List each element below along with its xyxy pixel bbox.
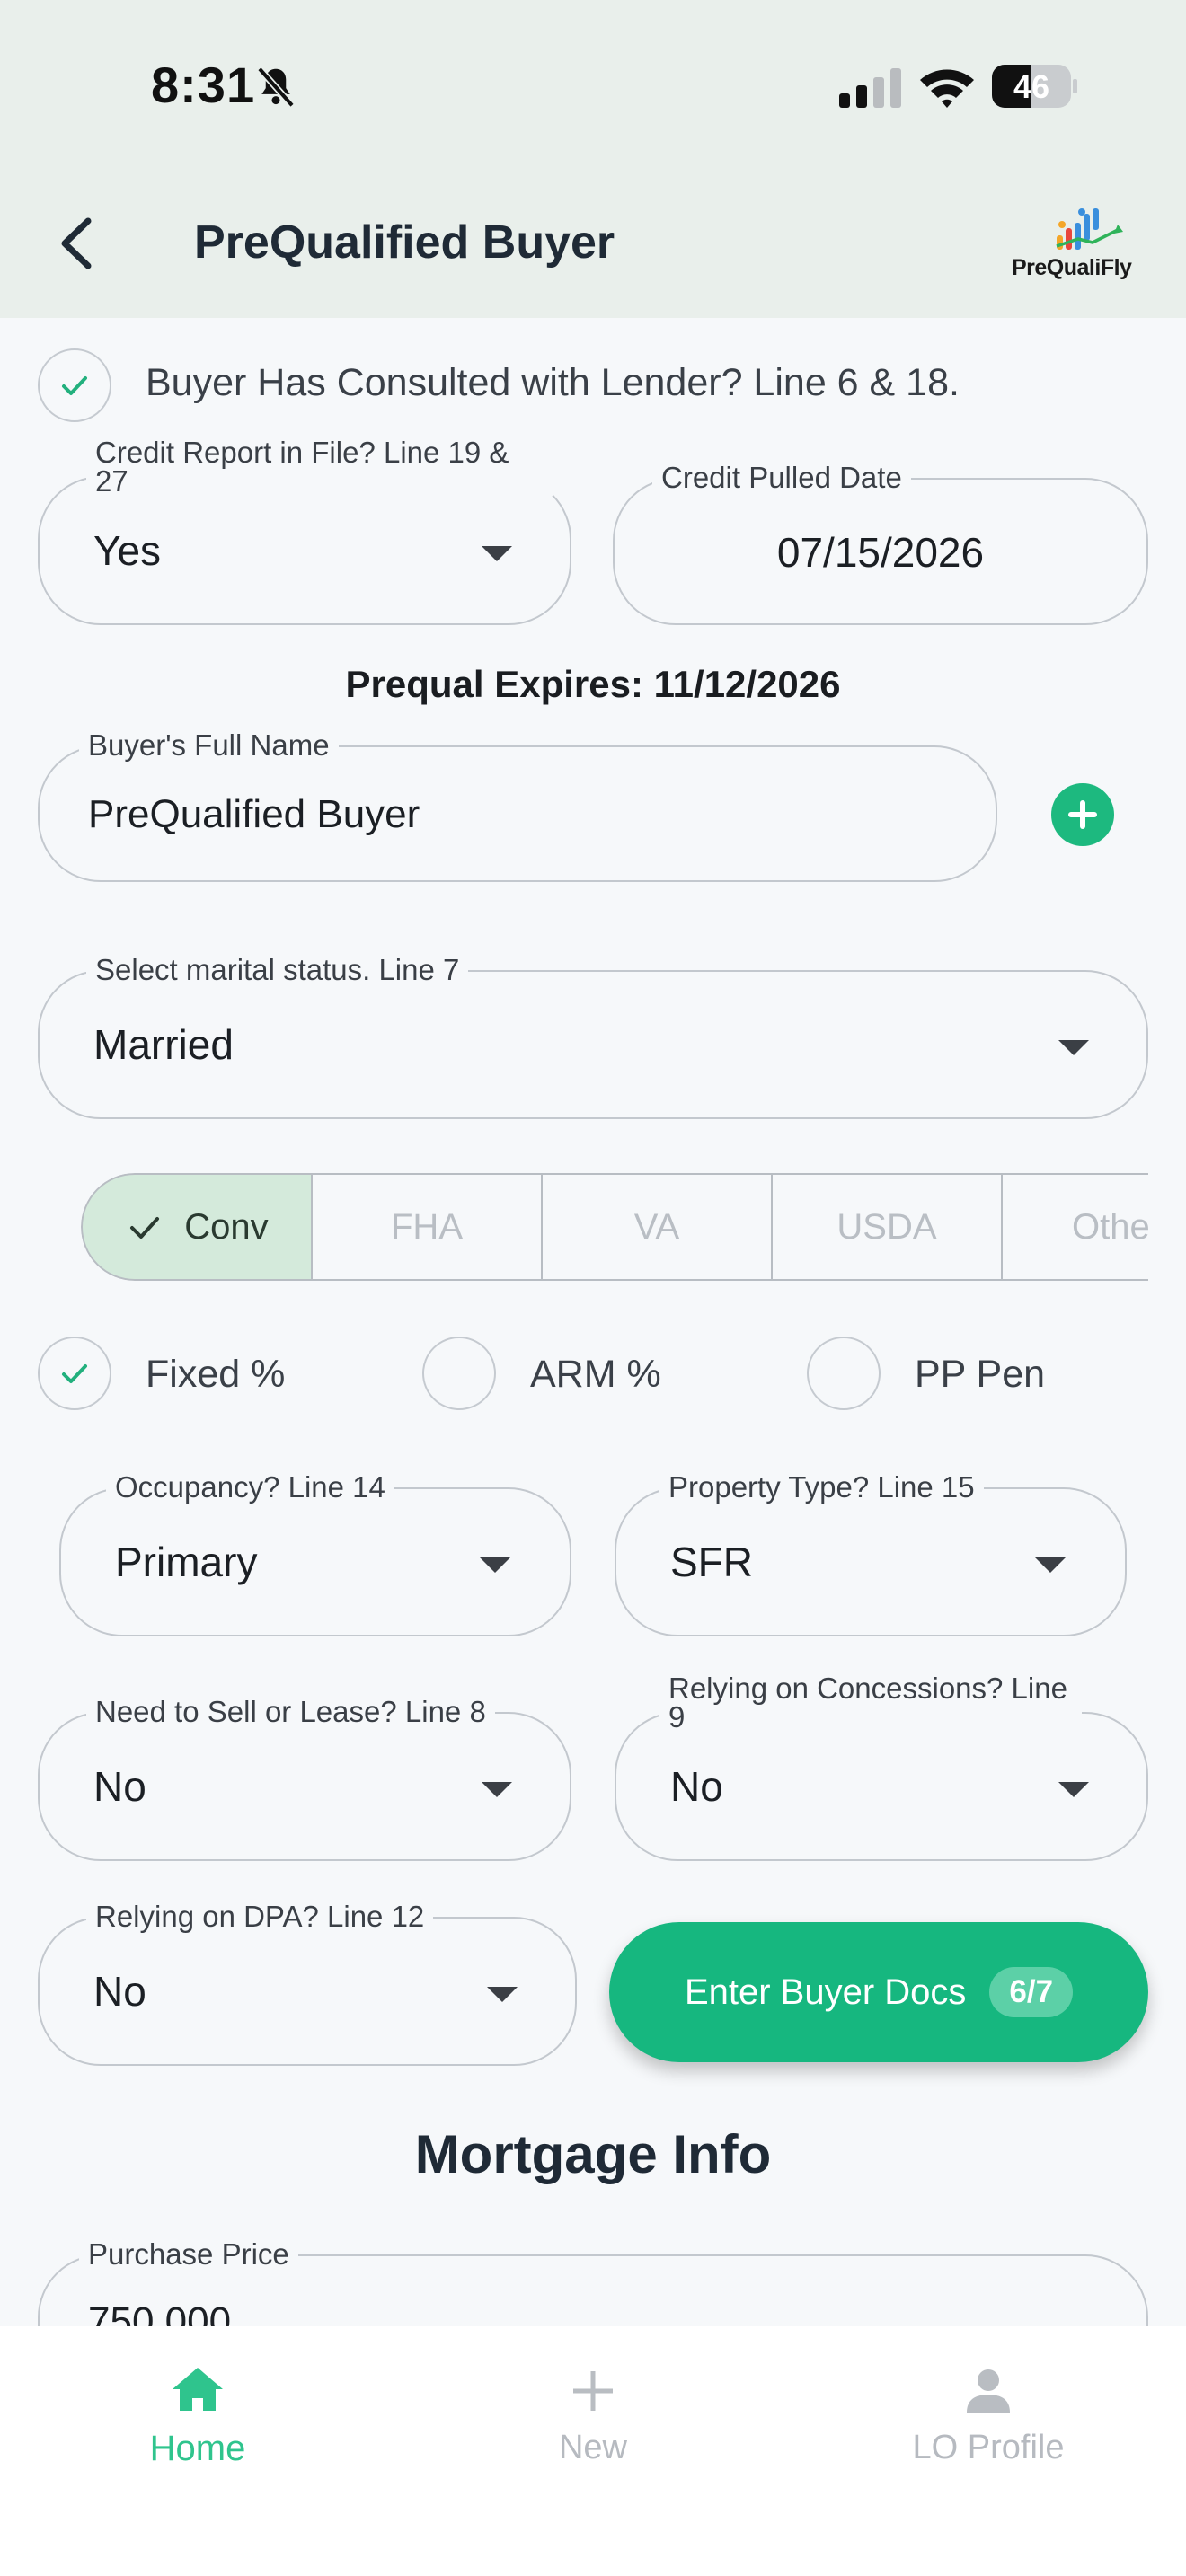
need-to-sell-value: No: [93, 1763, 146, 1810]
credit-pulled-value: 07/15/2026: [776, 529, 985, 576]
battery-percent: 46: [1013, 68, 1050, 105]
nav-lo-profile[interactable]: LO Profile: [854, 2359, 1123, 2467]
chevron-down-icon: [482, 1782, 512, 1797]
occupancy-label: Occupancy? Line 14: [106, 1471, 394, 1504]
concessions-label: Relying on Concessions? Line 9: [659, 1673, 1082, 1732]
dpa-label: Relying on DPA? Line 12: [86, 1901, 434, 1933]
occupancy-select[interactable]: Occupancy? Line 14 Primary: [59, 1471, 571, 1636]
enter-buyer-docs-button[interactable]: Enter Buyer Docs 6/7: [609, 1922, 1148, 2062]
check-icon: [62, 1364, 87, 1383]
marital-status-select[interactable]: Select marital status. Line 7 Married: [38, 954, 1148, 1119]
prepay-penalty-label: PP Pen: [915, 1353, 1046, 1396]
arm-rate-label: ARM %: [530, 1353, 661, 1396]
segment-va[interactable]: VA: [541, 1173, 773, 1281]
home-icon: [173, 2368, 223, 2411]
loan-type-segmented-control: Conv FHA VA USDA Other: [81, 1173, 1148, 1281]
nav-new[interactable]: New: [458, 2359, 728, 2467]
bell-muted-icon: [257, 66, 295, 108]
prepay-penalty-checkbox[interactable]: [807, 1337, 881, 1410]
add-buyer-button[interactable]: [1051, 783, 1114, 846]
buyer-docs-label: Enter Buyer Docs: [684, 1972, 967, 2012]
segment-conv-label: Conv: [184, 1206, 269, 1247]
chevron-down-icon: [487, 1987, 518, 2002]
property-type-value: SFR: [670, 1539, 753, 1585]
buyer-name-field[interactable]: Buyer's Full Name PreQualified Buyer: [38, 729, 997, 882]
bottom-navigation: Home New LO Profile: [0, 2326, 1186, 2576]
purchase-price-label: Purchase Price: [79, 2238, 298, 2271]
buyer-name-value: PreQualified Buyer: [88, 792, 420, 836]
nav-home-label: Home: [149, 2429, 246, 2468]
plus-icon: [573, 2371, 613, 2411]
prequal-expires: Prequal Expires: 11/12/2026: [345, 663, 841, 705]
credit-report-select[interactable]: Credit Report in File? Line 19 & 27 Yes: [38, 437, 571, 625]
dpa-value: No: [93, 1968, 146, 2015]
fixed-rate-label: Fixed %: [146, 1353, 286, 1396]
nav-new-label: New: [558, 2429, 628, 2466]
check-icon: [130, 1217, 160, 1239]
credit-pulled-label: Credit Pulled Date: [652, 462, 911, 494]
property-type-select[interactable]: Property Type? Line 15 SFR: [615, 1471, 1127, 1636]
segment-fha[interactable]: FHA: [311, 1173, 543, 1281]
buyer-docs-count-badge: 6/7: [989, 1967, 1074, 2017]
credit-pulled-date-field[interactable]: Credit Pulled Date 07/15/2026: [613, 462, 1148, 625]
cellular-signal-icon: [839, 68, 901, 108]
battery-icon: 46: [992, 65, 1078, 108]
property-type-label: Property Type? Line 15: [659, 1471, 984, 1504]
consulted-lender-checkbox[interactable]: [38, 348, 111, 422]
need-to-sell-select[interactable]: Need to Sell or Lease? Line 8 No: [38, 1696, 571, 1861]
mortgage-info-title: Mortgage Info: [414, 2124, 772, 2184]
page-title: PreQualified Buyer: [194, 216, 615, 269]
concessions-value: No: [670, 1763, 723, 1810]
back-arrow-icon[interactable]: [50, 212, 104, 275]
person-icon: [967, 2369, 1010, 2413]
arm-rate-checkbox[interactable]: [422, 1337, 496, 1410]
need-to-sell-label: Need to Sell or Lease? Line 8: [86, 1696, 495, 1728]
marital-status-value: Married: [93, 1021, 234, 1068]
nav-home[interactable]: Home: [63, 2359, 332, 2469]
segment-other[interactable]: Other: [1001, 1173, 1148, 1281]
logo-text: PreQualiFly: [1012, 255, 1132, 280]
chevron-down-icon: [1058, 1040, 1089, 1055]
fixed-rate-checkbox[interactable]: [38, 1337, 111, 1410]
prequalifly-logo: [1056, 208, 1123, 250]
consulted-lender-label: Buyer Has Consulted with Lender? Line 6 …: [146, 361, 960, 404]
chevron-down-icon: [480, 1557, 510, 1573]
chevron-down-icon: [1058, 1782, 1089, 1797]
marital-status-label: Select marital status. Line 7: [86, 954, 469, 986]
credit-report-label: Credit Report in File? Line 19 & 27: [86, 437, 553, 496]
dpa-select[interactable]: Relying on DPA? Line 12 No: [38, 1901, 577, 2066]
credit-report-value: Yes: [93, 527, 162, 574]
segment-usda[interactable]: USDA: [771, 1173, 1003, 1281]
chevron-down-icon: [482, 546, 512, 561]
wifi-icon: [920, 69, 974, 108]
occupancy-value: Primary: [115, 1539, 258, 1585]
plus-icon: [1068, 800, 1097, 829]
status-bar: 8:31 46: [0, 0, 1186, 171]
buyer-name-label: Buyer's Full Name: [79, 729, 339, 762]
concessions-select[interactable]: Relying on Concessions? Line 9 No: [615, 1673, 1148, 1861]
status-time: 8:31: [151, 57, 256, 113]
nav-lo-profile-label: LO Profile: [912, 2429, 1065, 2466]
segment-conv[interactable]: Conv: [81, 1173, 313, 1281]
chevron-down-icon: [1035, 1557, 1066, 1573]
check-icon: [62, 376, 87, 395]
